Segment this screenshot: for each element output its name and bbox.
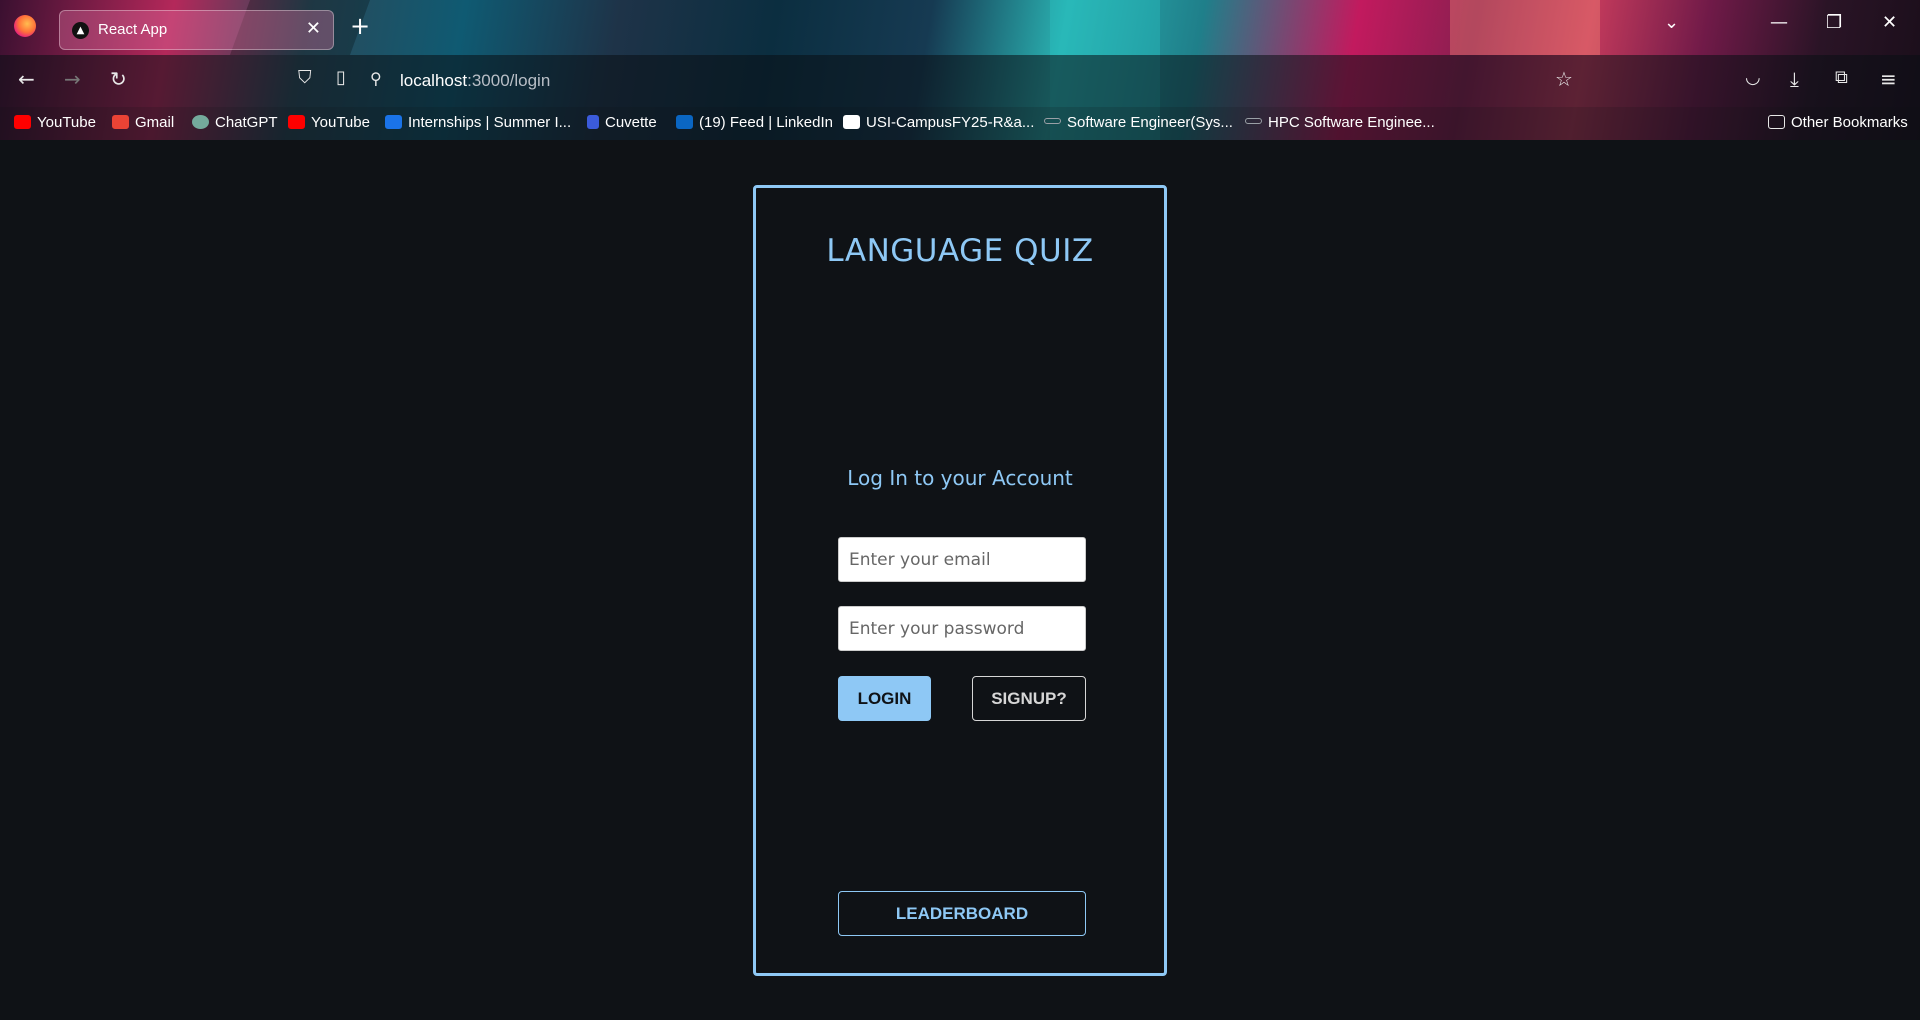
- shield-icon[interactable]: ⛉: [298, 67, 312, 88]
- bookmark-internships[interactable]: Internships | Summer I...: [385, 114, 571, 131]
- minimize-icon[interactable]: —: [1770, 12, 1788, 33]
- reload-icon[interactable]: ↻: [110, 67, 127, 91]
- bookmark-youtube[interactable]: YouTube: [14, 114, 96, 131]
- linkedin-icon: [676, 115, 693, 129]
- bookmark-gmail[interactable]: Gmail: [112, 114, 174, 131]
- cuvette-icon: [587, 115, 599, 129]
- folder-icon: [1768, 115, 1785, 129]
- url-host: localhost: [400, 71, 468, 90]
- tab-react-app[interactable]: ▲ React App ✕: [59, 10, 334, 50]
- leaderboard-button[interactable]: LEADERBOARD: [838, 891, 1086, 936]
- bookmark-linkedin[interactable]: (19) Feed | LinkedIn: [676, 114, 833, 131]
- youtube-icon: [14, 115, 31, 129]
- generic-page-icon: [1044, 118, 1061, 124]
- chatgpt-icon: [192, 115, 209, 129]
- back-icon[interactable]: ←: [18, 67, 35, 91]
- bookmark-label: Internships | Summer I...: [408, 114, 572, 131]
- bookmark-chatgpt[interactable]: ChatGPT: [192, 114, 278, 131]
- document-icon: [843, 115, 860, 129]
- bookmark-label: Software Engineer(Sys...: [1067, 114, 1233, 131]
- downloads-icon[interactable]: ⤓: [1790, 67, 1799, 91]
- password-input[interactable]: [838, 606, 1086, 651]
- browser-chrome: ▲ React App ✕ + ⌄ — ❐ ✕ ← → ↻ ⛉ ▯ ⚲ loca…: [0, 0, 1920, 140]
- other-bookmarks-label: Other Bookmarks: [1791, 114, 1908, 131]
- pocket-icon[interactable]: ◡: [1745, 67, 1761, 88]
- navigation-bar: ← → ↻ ⛉ ▯ ⚲ localhost:3000/login ☆ ◡ ⤓ ⧉…: [0, 55, 1920, 107]
- bookmark-label: USI-CampusFY25-R&a...: [866, 114, 1035, 131]
- extensions-icon[interactable]: ⧉: [1835, 67, 1848, 88]
- gmail-icon: [112, 115, 129, 129]
- bookmark-star-icon[interactable]: ☆: [1555, 67, 1573, 91]
- react-app-favicon-icon: ▲: [72, 22, 89, 39]
- bookmark-label: YouTube: [311, 114, 370, 131]
- bookmark-label: (19) Feed | LinkedIn: [699, 114, 833, 131]
- page-icon[interactable]: ▯: [336, 67, 346, 88]
- bookmark-label: YouTube: [37, 114, 96, 131]
- youtube-icon: [288, 115, 305, 129]
- bookmark-usi-campus[interactable]: USI-CampusFY25-R&a...: [843, 114, 1034, 131]
- permissions-icon[interactable]: ⚲: [370, 69, 382, 88]
- bookmarks-toolbar: YouTube Gmail ChatGPT YouTube Internship…: [0, 107, 1920, 140]
- bookmark-youtube-2[interactable]: YouTube: [288, 114, 370, 131]
- firefox-logo-icon: [14, 15, 36, 37]
- bookmark-label: Gmail: [135, 114, 175, 131]
- tab-close-icon[interactable]: ✕: [306, 18, 321, 39]
- internshala-icon: [385, 115, 402, 129]
- tab-title: React App: [98, 21, 168, 38]
- bookmark-label: HPC Software Enginee...: [1268, 114, 1435, 131]
- bookmark-label: ChatGPT: [215, 114, 278, 131]
- menu-icon[interactable]: ≡: [1880, 67, 1897, 91]
- login-subtitle: Log In to your Account: [847, 466, 1073, 490]
- list-tabs-icon[interactable]: ⌄: [1664, 12, 1679, 33]
- tab-bar: ▲ React App ✕ + ⌄ — ❐ ✕: [0, 0, 1920, 55]
- url-bar[interactable]: localhost:3000/login: [400, 71, 550, 91]
- bookmark-software-engineer[interactable]: Software Engineer(Sys...: [1044, 114, 1233, 131]
- generic-page-icon: [1245, 118, 1262, 124]
- bookmark-cuvette[interactable]: Cuvette: [587, 114, 657, 131]
- bookmark-hpc-engineer[interactable]: HPC Software Enginee...: [1245, 114, 1435, 131]
- new-tab-icon[interactable]: +: [350, 12, 370, 40]
- page-title: LANGUAGE QUIZ: [826, 233, 1094, 269]
- restore-icon[interactable]: ❐: [1826, 12, 1842, 33]
- bookmark-label: Cuvette: [605, 114, 657, 131]
- forward-icon[interactable]: →: [64, 67, 81, 91]
- login-card: LANGUAGE QUIZ Log In to your Account LOG…: [753, 185, 1167, 976]
- signup-button[interactable]: SIGNUP?: [972, 676, 1086, 721]
- close-window-icon[interactable]: ✕: [1882, 12, 1897, 33]
- url-path: :3000/login: [467, 71, 551, 90]
- email-input[interactable]: [838, 537, 1086, 582]
- other-bookmarks[interactable]: Other Bookmarks: [1768, 114, 1908, 131]
- login-button[interactable]: LOGIN: [838, 676, 931, 721]
